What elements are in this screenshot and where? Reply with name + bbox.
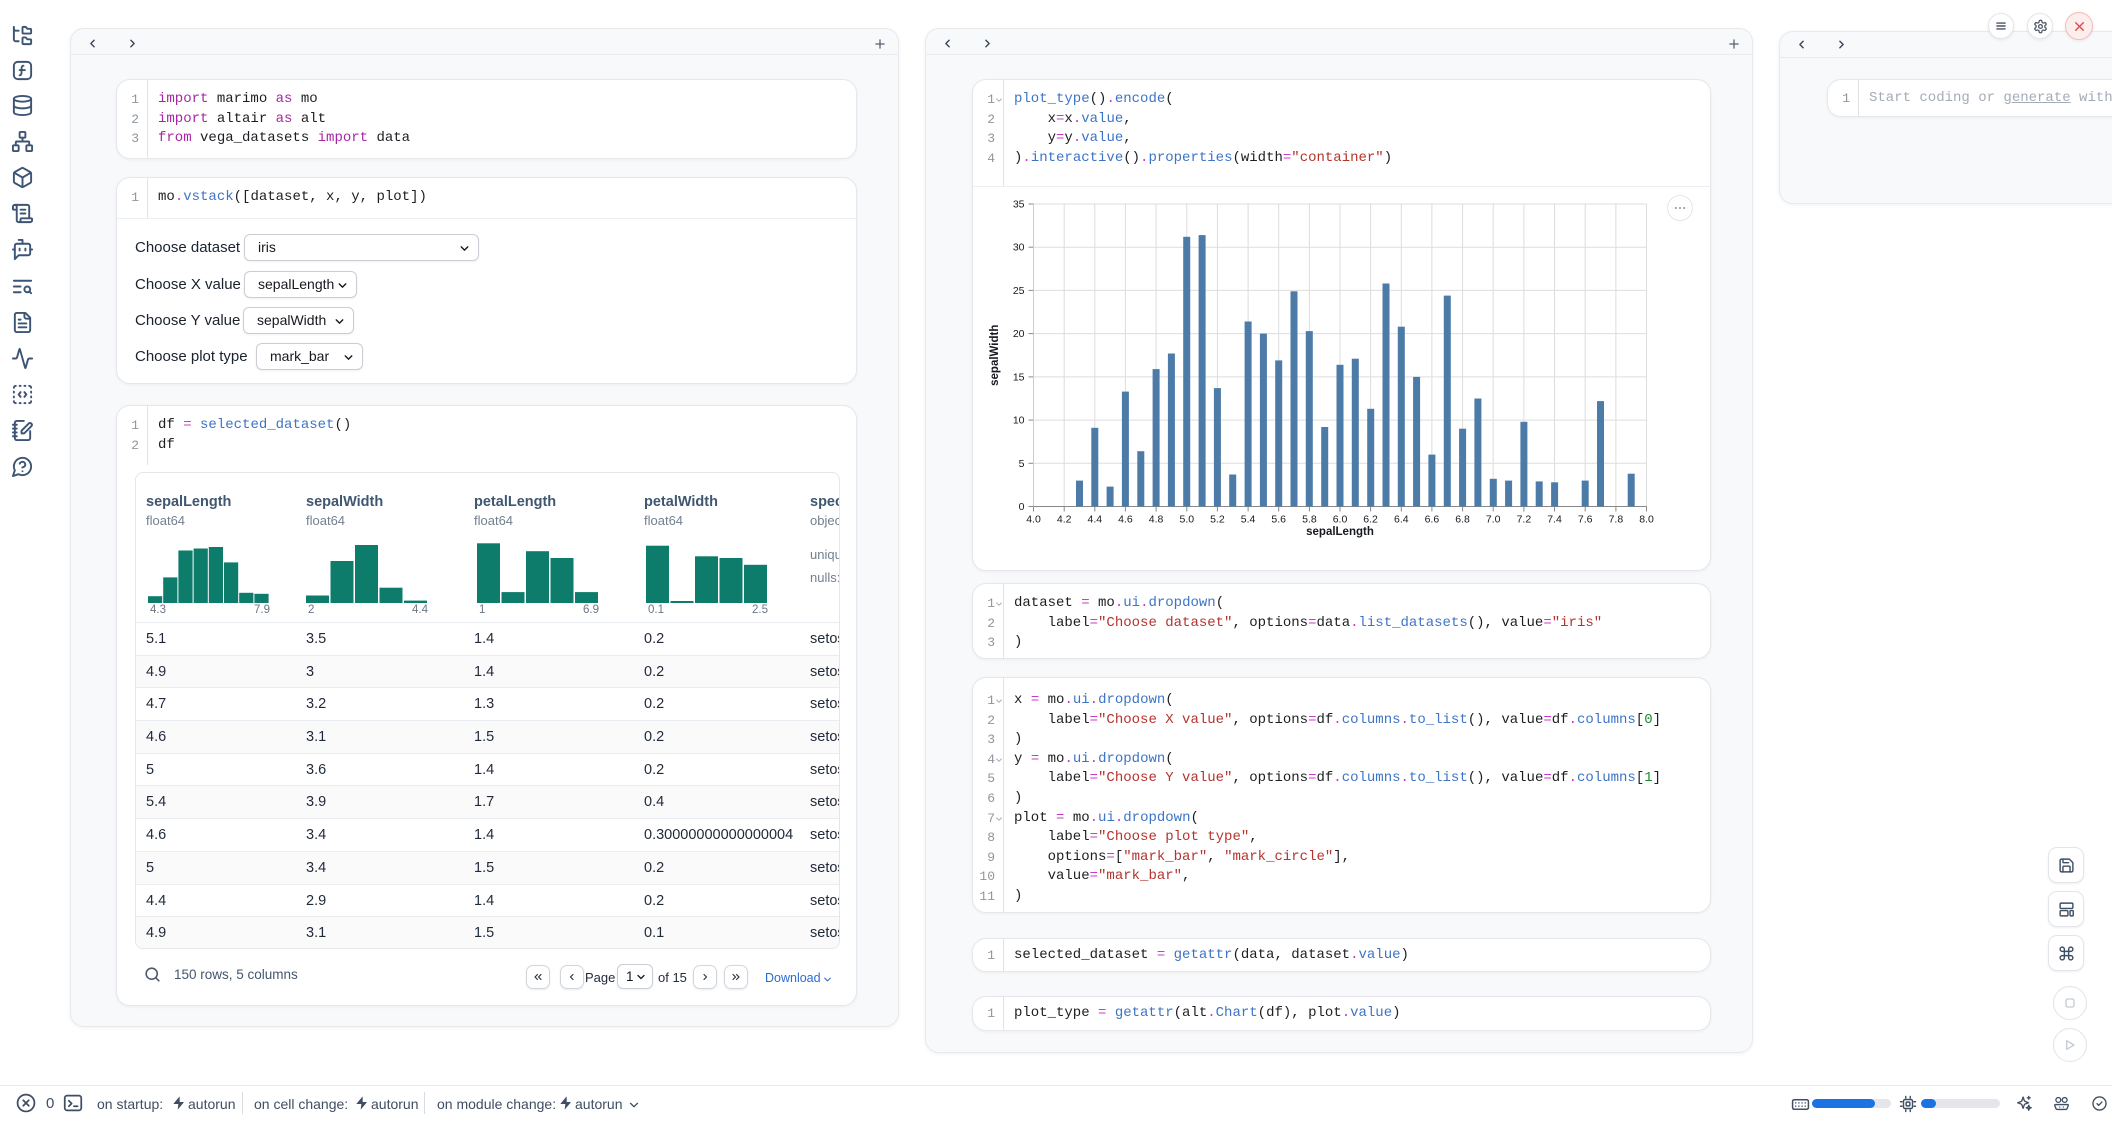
svg-text:4.6: 4.6 bbox=[1118, 514, 1133, 526]
svg-text:4.8: 4.8 bbox=[1149, 514, 1164, 526]
svg-text:6.4: 6.4 bbox=[1394, 514, 1409, 526]
svg-text:7.0: 7.0 bbox=[1486, 514, 1501, 526]
svg-text:5: 5 bbox=[1019, 458, 1025, 470]
svg-text:5.8: 5.8 bbox=[1302, 514, 1317, 526]
svg-text:4.2: 4.2 bbox=[1057, 514, 1072, 526]
svg-text:6.2: 6.2 bbox=[1363, 514, 1378, 526]
svg-text:7.6: 7.6 bbox=[1578, 514, 1593, 526]
svg-text:5.6: 5.6 bbox=[1271, 514, 1286, 526]
svg-text:15: 15 bbox=[1013, 371, 1025, 383]
svg-text:sepalWidth: sepalWidth bbox=[989, 325, 1001, 386]
svg-text:7.2: 7.2 bbox=[1517, 514, 1532, 526]
svg-text:4.0: 4.0 bbox=[1026, 514, 1041, 526]
svg-text:5.2: 5.2 bbox=[1210, 514, 1225, 526]
svg-text:20: 20 bbox=[1013, 328, 1025, 340]
svg-text:4.4: 4.4 bbox=[1087, 514, 1102, 526]
svg-text:sepalLength: sepalLength bbox=[1306, 526, 1374, 538]
svg-text:25: 25 bbox=[1013, 285, 1025, 297]
svg-text:0: 0 bbox=[1019, 501, 1025, 513]
svg-text:6.8: 6.8 bbox=[1455, 514, 1470, 526]
svg-text:5.4: 5.4 bbox=[1241, 514, 1256, 526]
svg-text:6.0: 6.0 bbox=[1333, 514, 1348, 526]
svg-text:7.8: 7.8 bbox=[1609, 514, 1624, 526]
svg-text:5.0: 5.0 bbox=[1179, 514, 1194, 526]
svg-text:7.4: 7.4 bbox=[1547, 514, 1562, 526]
svg-text:10: 10 bbox=[1013, 415, 1025, 427]
svg-text:35: 35 bbox=[1013, 199, 1025, 211]
svg-text:8.0: 8.0 bbox=[1639, 514, 1654, 526]
svg-text:6.6: 6.6 bbox=[1425, 514, 1440, 526]
svg-text:30: 30 bbox=[1013, 242, 1025, 254]
